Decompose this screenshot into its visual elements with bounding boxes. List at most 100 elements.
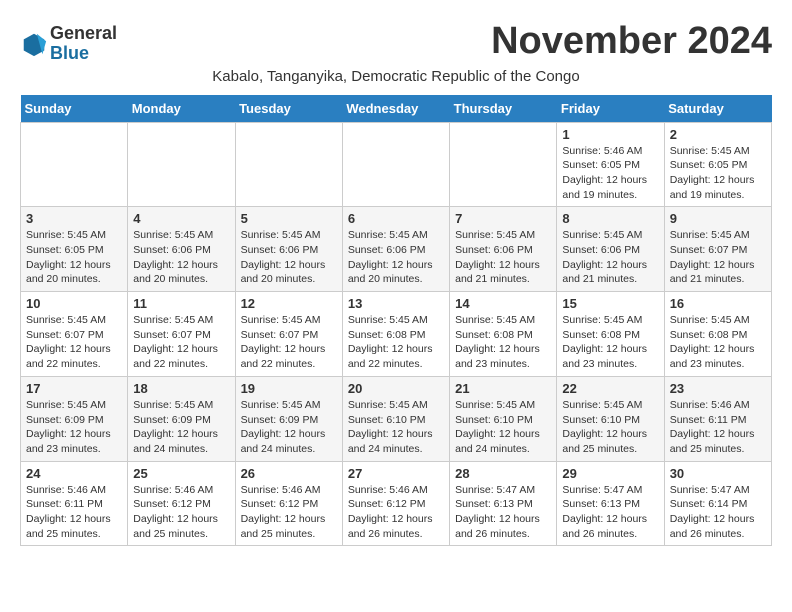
calendar-cell-w1-d6: 1 Sunrise: 5:46 AM Sunset: 6:05 PM Daylig… [557, 122, 664, 207]
day-number: 15 [562, 296, 658, 311]
calendar-cell-w4-d6: 22 Sunrise: 5:45 AM Sunset: 6:10 PM Dayli… [557, 376, 664, 461]
calendar-cell-w2-d5: 7Sunrise: 5:45 AM Sunset: 6:06 PM Daylig… [450, 207, 557, 292]
calendar-cell-w5-d7: 30Sunrise: 5:47 AM Sunset: 6:14 PM Dayli… [664, 461, 771, 546]
header-tuesday: Tuesday [235, 95, 342, 123]
calendar-cell-w2-d1: 3 Sunrise: 5:45 AM Sunset: 6:05 PM Daylig… [21, 207, 128, 292]
day-info: Sunrise: 5:45 AM Sunset: 6:10 PM Dayligh… [348, 398, 444, 457]
calendar-cell-w5-d5: 28Sunrise: 5:47 AM Sunset: 6:13 PM Dayli… [450, 461, 557, 546]
header-thursday: Thursday [450, 95, 557, 123]
day-info: Sunrise: 5:46 AM Sunset: 6:12 PM Dayligh… [241, 483, 337, 542]
day-number: 1 [562, 127, 658, 142]
day-info: Sunrise: 5:45 AM Sunset: 6:06 PM Dayligh… [348, 228, 444, 287]
day-info: Sunrise: 5:45 AM Sunset: 6:09 PM Dayligh… [26, 398, 122, 457]
day-info: Sunrise: 5:45 AM Sunset: 6:05 PM Dayligh… [26, 228, 122, 287]
calendar-subtitle: Kabalo, Tanganyika, Democratic Republic … [20, 68, 772, 85]
day-number: 10 [26, 296, 122, 311]
day-info: Sunrise: 5:47 AM Sunset: 6:14 PM Dayligh… [670, 483, 766, 542]
day-info: Sunrise: 5:46 AM Sunset: 6:11 PM Dayligh… [26, 483, 122, 542]
calendar-cell-w3-d1: 10 Sunrise: 5:45 AM Sunset: 6:07 PM Dayli… [21, 292, 128, 377]
day-info: Sunrise: 5:45 AM Sunset: 6:06 PM Dayligh… [241, 228, 337, 287]
day-number: 16 [670, 296, 766, 311]
logo-icon [20, 30, 48, 58]
day-info: Sunrise: 5:47 AM Sunset: 6:13 PM Dayligh… [562, 483, 658, 542]
calendar-week-3: 10 Sunrise: 5:45 AM Sunset: 6:07 PM Dayli… [21, 292, 772, 377]
header-row: Sunday Monday Tuesday Wednesday Thursday… [21, 95, 772, 123]
calendar-week-4: 17Sunrise: 5:45 AM Sunset: 6:09 PM Dayli… [21, 376, 772, 461]
calendar-cell-w3-d2: 11 Sunrise: 5:45 AM Sunset: 6:07 PM Dayli… [128, 292, 235, 377]
calendar-cell-w5-d6: 29 Sunrise: 5:47 AM Sunset: 6:13 PM Dayli… [557, 461, 664, 546]
day-info: Sunrise: 5:45 AM Sunset: 6:07 PM Dayligh… [241, 313, 337, 372]
calendar-table: Sunday Monday Tuesday Wednesday Thursday… [20, 95, 772, 547]
day-info: Sunrise: 5:46 AM Sunset: 6:12 PM Dayligh… [348, 483, 444, 542]
calendar-cell-w3-d3: 12 Sunrise: 5:45 AM Sunset: 6:07 PM Dayli… [235, 292, 342, 377]
day-number: 5 [241, 211, 337, 226]
day-number: 26 [241, 466, 337, 481]
calendar-cell-w1-d5 [450, 122, 557, 207]
calendar-week-2: 3 Sunrise: 5:45 AM Sunset: 6:05 PM Daylig… [21, 207, 772, 292]
day-info: Sunrise: 5:45 AM Sunset: 6:09 PM Dayligh… [241, 398, 337, 457]
day-info: Sunrise: 5:45 AM Sunset: 6:06 PM Dayligh… [455, 228, 551, 287]
calendar-cell-w5-d1: 24 Sunrise: 5:46 AM Sunset: 6:11 PM Dayli… [21, 461, 128, 546]
day-info: Sunrise: 5:45 AM Sunset: 6:07 PM Dayligh… [133, 313, 229, 372]
calendar-cell-w2-d2: 4Sunrise: 5:45 AM Sunset: 6:06 PM Daylig… [128, 207, 235, 292]
day-number: 4 [133, 211, 229, 226]
calendar-cell-w1-d3 [235, 122, 342, 207]
calendar-cell-w3-d7: 16 Sunrise: 5:45 AM Sunset: 6:08 PM Dayli… [664, 292, 771, 377]
day-number: 12 [241, 296, 337, 311]
day-number: 14 [455, 296, 551, 311]
day-info: Sunrise: 5:46 AM Sunset: 6:12 PM Dayligh… [133, 483, 229, 542]
calendar-cell-w3-d5: 14 Sunrise: 5:45 AM Sunset: 6:08 PM Dayli… [450, 292, 557, 377]
calendar-cell-w5-d2: 25 Sunrise: 5:46 AM Sunset: 6:12 PM Dayli… [128, 461, 235, 546]
day-info: Sunrise: 5:45 AM Sunset: 6:08 PM Dayligh… [348, 313, 444, 372]
header-monday: Monday [128, 95, 235, 123]
day-number: 11 [133, 296, 229, 311]
day-number: 3 [26, 211, 122, 226]
day-info: Sunrise: 5:46 AM Sunset: 6:11 PM Dayligh… [670, 398, 766, 457]
day-info: Sunrise: 5:45 AM Sunset: 6:06 PM Dayligh… [562, 228, 658, 287]
logo-general: General [50, 24, 117, 44]
calendar-cell-w5-d3: 26 Sunrise: 5:46 AM Sunset: 6:12 PM Dayli… [235, 461, 342, 546]
calendar-cell-w1-d7: 2 Sunrise: 5:45 AM Sunset: 6:05 PM Daylig… [664, 122, 771, 207]
day-number: 8 [562, 211, 658, 226]
day-info: Sunrise: 5:46 AM Sunset: 6:05 PM Dayligh… [562, 144, 658, 203]
calendar-body: 1 Sunrise: 5:46 AM Sunset: 6:05 PM Daylig… [21, 122, 772, 546]
day-info: Sunrise: 5:45 AM Sunset: 6:10 PM Dayligh… [455, 398, 551, 457]
calendar-cell-w1-d2 [128, 122, 235, 207]
logo-blue: Blue [50, 44, 117, 64]
day-info: Sunrise: 5:45 AM Sunset: 6:10 PM Dayligh… [562, 398, 658, 457]
calendar-header: Sunday Monday Tuesday Wednesday Thursday… [21, 95, 772, 123]
day-info: Sunrise: 5:45 AM Sunset: 6:05 PM Dayligh… [670, 144, 766, 203]
header-saturday: Saturday [664, 95, 771, 123]
day-info: Sunrise: 5:45 AM Sunset: 6:07 PM Dayligh… [670, 228, 766, 287]
day-number: 2 [670, 127, 766, 142]
calendar-cell-w2-d4: 6Sunrise: 5:45 AM Sunset: 6:06 PM Daylig… [342, 207, 449, 292]
calendar-cell-w4-d1: 17Sunrise: 5:45 AM Sunset: 6:09 PM Dayli… [21, 376, 128, 461]
calendar-cell-w4-d4: 20Sunrise: 5:45 AM Sunset: 6:10 PM Dayli… [342, 376, 449, 461]
calendar-cell-w2-d6: 8 Sunrise: 5:45 AM Sunset: 6:06 PM Daylig… [557, 207, 664, 292]
day-number: 25 [133, 466, 229, 481]
calendar-week-5: 24 Sunrise: 5:46 AM Sunset: 6:11 PM Dayli… [21, 461, 772, 546]
day-info: Sunrise: 5:45 AM Sunset: 6:07 PM Dayligh… [26, 313, 122, 372]
header-friday: Friday [557, 95, 664, 123]
day-info: Sunrise: 5:45 AM Sunset: 6:08 PM Dayligh… [455, 313, 551, 372]
day-number: 13 [348, 296, 444, 311]
day-number: 29 [562, 466, 658, 481]
day-number: 19 [241, 381, 337, 396]
month-title: November 2024 [491, 20, 772, 63]
calendar-cell-w2-d3: 5 Sunrise: 5:45 AM Sunset: 6:06 PM Daylig… [235, 207, 342, 292]
logo: General Blue [20, 24, 117, 64]
calendar-cell-w1-d1 [21, 122, 128, 207]
calendar-cell-w3-d6: 15 Sunrise: 5:45 AM Sunset: 6:08 PM Dayli… [557, 292, 664, 377]
calendar-cell-w4-d2: 18Sunrise: 5:45 AM Sunset: 6:09 PM Dayli… [128, 376, 235, 461]
day-number: 21 [455, 381, 551, 396]
calendar-cell-w4-d3: 19 Sunrise: 5:45 AM Sunset: 6:09 PM Dayli… [235, 376, 342, 461]
calendar-cell-w4-d5: 21 Sunrise: 5:45 AM Sunset: 6:10 PM Dayli… [450, 376, 557, 461]
day-number: 24 [26, 466, 122, 481]
day-info: Sunrise: 5:45 AM Sunset: 6:08 PM Dayligh… [562, 313, 658, 372]
calendar-cell-w5-d4: 27 Sunrise: 5:46 AM Sunset: 6:12 PM Dayli… [342, 461, 449, 546]
day-number: 22 [562, 381, 658, 396]
day-number: 27 [348, 466, 444, 481]
day-info: Sunrise: 5:45 AM Sunset: 6:09 PM Dayligh… [133, 398, 229, 457]
day-number: 9 [670, 211, 766, 226]
day-info: Sunrise: 5:45 AM Sunset: 6:08 PM Dayligh… [670, 313, 766, 372]
